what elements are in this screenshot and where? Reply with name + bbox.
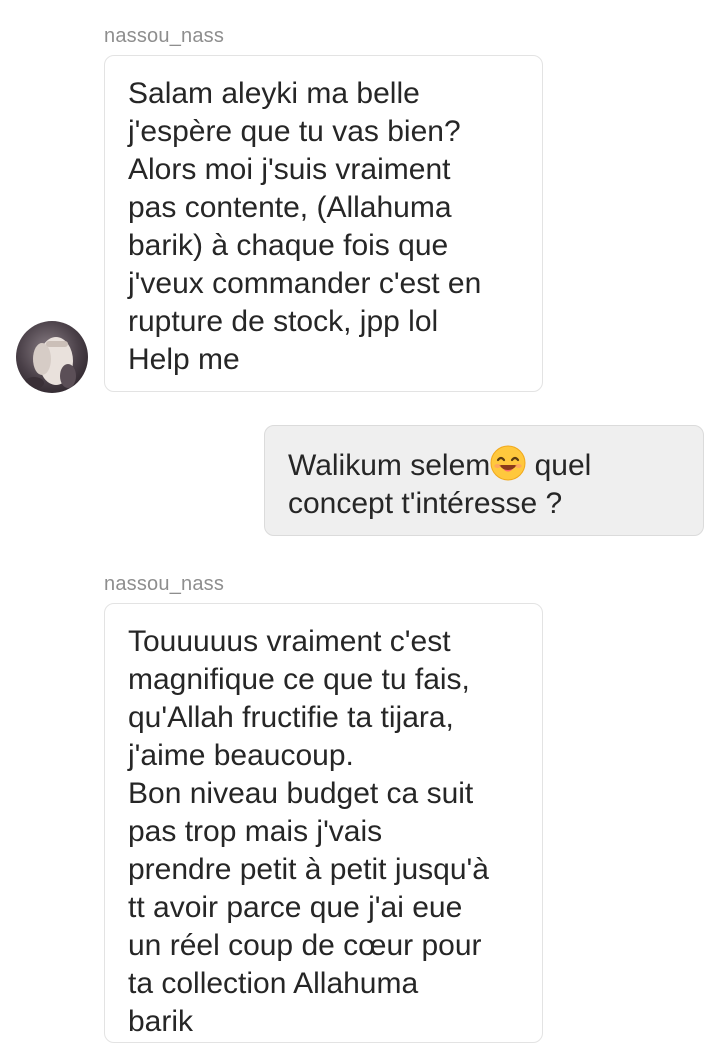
message-line: Bon niveau budget ca suit [128, 777, 474, 810]
message-line: tt avoir parce que j'ai eue [128, 891, 463, 924]
message-line: rupture de stock, jpp lol [128, 305, 439, 338]
sender-username[interactable]: nassou_nass [104, 573, 224, 596]
incoming-message-bubble[interactable]: Touuuuus vraiment c'est magnifique ce qu… [104, 603, 543, 1043]
message-line: Help me [128, 343, 240, 376]
message-line: j'veux commander c'est en [128, 267, 482, 300]
message-text: quel [526, 449, 592, 482]
avatar[interactable] [16, 321, 88, 393]
message-line: concept t'intéresse ? [288, 487, 563, 520]
message-line: j'aime beaucoup. [128, 739, 354, 772]
outgoing-message-bubble[interactable]: Walikum selem quel concept t'intéresse ? [264, 425, 704, 536]
message-line: j'espère que tu vas bien? [128, 115, 461, 148]
smiling-face-emoji-icon [490, 445, 526, 481]
dm-thread: nassou_nass Salam aleyki ma belle j'espè… [0, 0, 720, 1043]
message-line: barik) à chaque fois que [128, 229, 449, 262]
sender-username[interactable]: nassou_nass [104, 25, 224, 48]
message-line: Touuuuus vraiment c'est [128, 625, 451, 658]
message-line: ta collection Allahuma [128, 967, 419, 1000]
message-line: qu'Allah fructifie ta tijara, [128, 701, 454, 734]
message-line: Walikum selem quel [288, 445, 683, 485]
message-line: magnifique ce que tu fais, [128, 663, 470, 696]
message-line: pas contente, (Allahuma [128, 191, 452, 224]
avatar-photo [16, 321, 88, 393]
message-line: Alors moi j'suis vraiment [128, 153, 451, 186]
message-line: Salam aleyki ma belle [128, 77, 420, 110]
message-line: barik [128, 1005, 194, 1038]
message-text: Walikum selem [288, 449, 491, 482]
message-line: prendre petit à petit jusqu'à [128, 853, 489, 886]
message-line: un réel coup de cœur pour [128, 929, 482, 962]
incoming-message-bubble[interactable]: Salam aleyki ma belle j'espère que tu va… [104, 55, 543, 392]
message-line: pas trop mais j'vais [128, 815, 383, 848]
